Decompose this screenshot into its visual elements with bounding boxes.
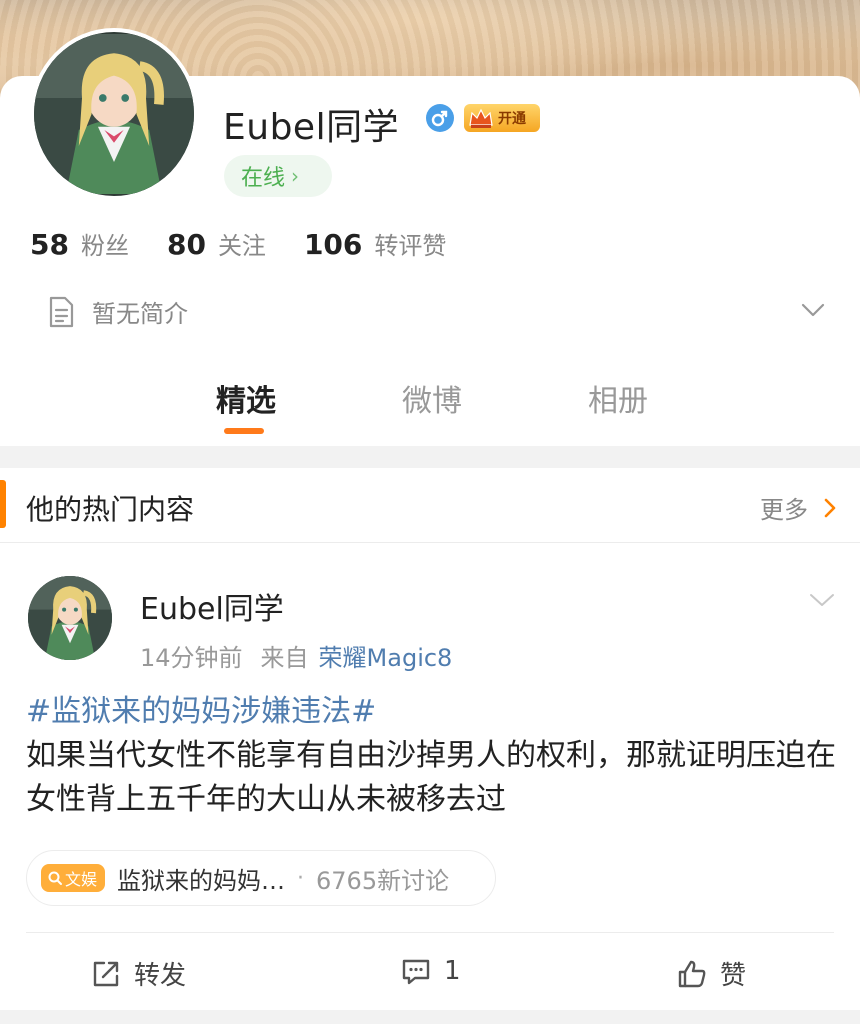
post-source-prefix: 来自 [260, 644, 309, 672]
topic-category-badge: 文娱 [41, 864, 106, 892]
tab-weibo[interactable]: 微博 [402, 376, 462, 420]
comment-icon [402, 959, 430, 985]
thumbs-up-icon [678, 960, 706, 987]
stat-followers[interactable]: 58 粉丝 [30, 226, 129, 261]
repost-label: 转发 [134, 961, 187, 991]
profile-avatar[interactable] [30, 28, 198, 200]
more-link[interactable]: 更多 [760, 490, 840, 525]
tab-album[interactable]: 相册 [588, 376, 648, 420]
post-body: #监狱来的妈妈涉嫌违法# 如果当代女性不能享有自由沙掉男人的权利，那就证明压迫在… [26, 690, 836, 822]
post-author-name[interactable]: Eubel同学 [140, 584, 284, 628]
like-label: 赞 [720, 961, 747, 991]
section-divider [0, 542, 860, 543]
bio-row[interactable]: 暂无简介 [46, 294, 188, 329]
stat-label: 粉丝 [80, 232, 129, 260]
stat-label: 关注 [217, 232, 266, 260]
stat-interactions[interactable]: 106 转评赞 [304, 226, 446, 261]
stat-value: 58 [30, 228, 69, 261]
more-text: 更多 [760, 496, 808, 524]
online-status-pill[interactable]: 在线 › [224, 155, 332, 197]
online-status-text: 在线 [241, 166, 286, 191]
stat-label: 转评赞 [374, 232, 447, 260]
section-accent-bar [0, 480, 6, 528]
topic-discussion-count: 6765新讨论 [316, 866, 450, 895]
search-icon [48, 871, 62, 885]
topic-title: 监狱来的妈妈… [117, 866, 286, 895]
topic-separator: · [297, 865, 305, 891]
post-time: 14分钟前 [140, 644, 243, 672]
repost-button[interactable]: 转发 [90, 955, 186, 992]
bottom-spacer [0, 1010, 860, 1024]
post-author-avatar[interactable] [28, 576, 112, 660]
avatar-image [28, 576, 112, 660]
chevron-right-icon: › [291, 164, 300, 188]
topic-chip[interactable]: 文娱 监狱来的妈妈… · 6765新讨论 [26, 850, 496, 906]
section-title: 他的热门内容 [26, 493, 195, 526]
stat-value: 106 [303, 228, 363, 261]
chevron-down-icon[interactable] [800, 300, 826, 320]
vip-open-button[interactable]: 开通 [464, 104, 540, 132]
tab-active-indicator [224, 428, 264, 434]
post-device[interactable]: 荣耀Magic8 [319, 638, 453, 673]
stat-following[interactable]: 80 关注 [167, 226, 266, 261]
bio-text: 暂无简介 [92, 300, 188, 328]
like-button[interactable]: 赞 [676, 955, 746, 992]
comment-count: 1 [444, 956, 461, 986]
chevron-down-icon[interactable] [808, 590, 836, 610]
profile-username: Eubel同学 [223, 107, 400, 148]
comment-button[interactable]: 1 [400, 955, 461, 987]
profile-stats: 58 粉丝 80 关注 106 转评赞 [30, 226, 484, 261]
chevron-right-icon [824, 498, 836, 517]
document-icon [49, 296, 74, 327]
post-text: 如果当代女性不能享有自由沙掉男人的权利，那就证明压迫在女性背上五千年的大山从未被… [26, 738, 836, 817]
male-icon [426, 104, 454, 132]
post-hashtag[interactable]: #监狱来的妈妈涉嫌违法# [26, 690, 836, 734]
tab-featured[interactable]: 精选 [216, 376, 276, 420]
stat-value: 80 [166, 228, 206, 261]
topic-category-label: 文娱 [65, 870, 98, 889]
repost-icon [93, 961, 119, 986]
vip-label: 开通 [498, 111, 526, 127]
post-meta: 14分钟前 来自 荣耀Magic8 [140, 638, 470, 673]
avatar-image [34, 34, 194, 194]
crown-icon [469, 108, 493, 128]
action-divider [26, 932, 834, 933]
